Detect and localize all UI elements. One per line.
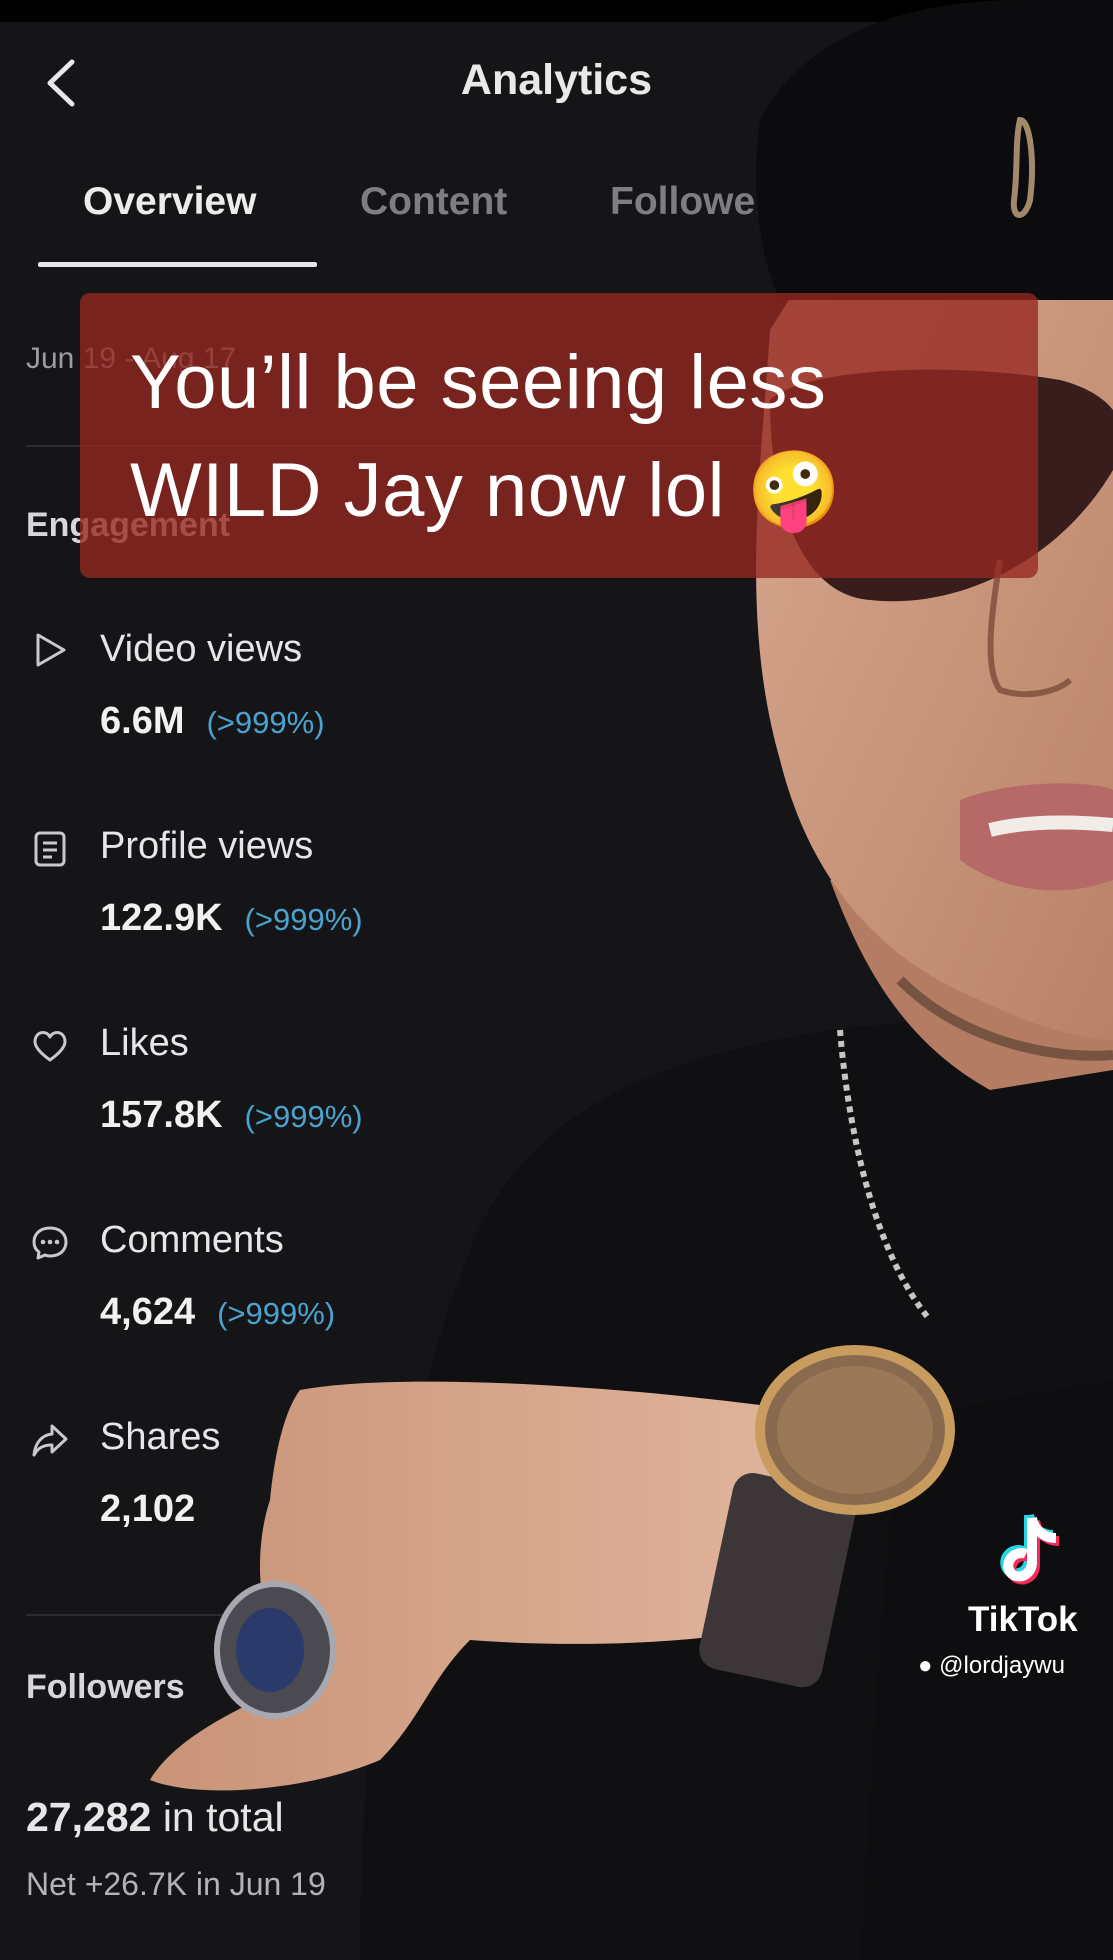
user-icon: ●	[918, 1652, 933, 1679]
play-icon	[36, 633, 66, 667]
metric-change: (>999%)	[217, 1296, 336, 1331]
metric-change: (>999%)	[206, 705, 325, 740]
creator-handle: ● @lordjaywu	[918, 1652, 1065, 1679]
followers-heading: Followers	[26, 1668, 185, 1706]
caption-line-2: WILD Jay now lol 🤪	[130, 448, 842, 533]
tab-bar: Overview Content Followers	[0, 180, 1113, 270]
followers-total: 27,282 in total	[26, 1794, 284, 1840]
tiktok-logo-icon	[1000, 1513, 1060, 1585]
metric-label-comments: Comments	[100, 1219, 284, 1261]
metric-label-likes: Likes	[100, 1022, 189, 1064]
metric-value-shares: 2,102	[100, 1488, 196, 1530]
caption-line-1: You’ll be seeing less	[130, 340, 827, 425]
status-bar	[0, 0, 1113, 22]
caption-overlay: You’ll be seeing less WILD Jay now lol 🤪	[80, 293, 1038, 578]
zany-face-emoji: 🤪	[746, 448, 842, 533]
metric-change: (>999%)	[244, 902, 363, 937]
metric-change: (>999%)	[244, 1099, 363, 1134]
tiktok-brand-label: TikTok	[968, 1600, 1078, 1639]
share-icon	[32, 1424, 68, 1457]
metric-label-profile-views: Profile views	[100, 825, 314, 867]
metric-label-shares: Shares	[100, 1416, 221, 1458]
heart-icon	[33, 1031, 67, 1062]
metric-value-comments: 4,624 (>999%)	[100, 1291, 336, 1333]
tab-content[interactable]: Content	[360, 180, 507, 224]
comment-icon	[32, 1226, 68, 1260]
metric-value-likes: 157.8K (>999%)	[100, 1094, 363, 1136]
profile-card-icon	[34, 831, 66, 867]
page-title: Analytics	[460, 56, 653, 104]
tab-followers[interactable]: Followers	[610, 180, 792, 224]
metric-label-video-views: Video views	[100, 628, 303, 670]
divider	[26, 1614, 326, 1616]
metric-value-video-views: 6.6M (>999%)	[100, 700, 325, 742]
followers-net: Net +26.7K in Jun 19	[26, 1866, 326, 1902]
tab-overview[interactable]: Overview	[83, 180, 256, 224]
active-tab-indicator	[38, 262, 317, 267]
metric-value-profile-views: 122.9K (>999%)	[100, 897, 363, 939]
